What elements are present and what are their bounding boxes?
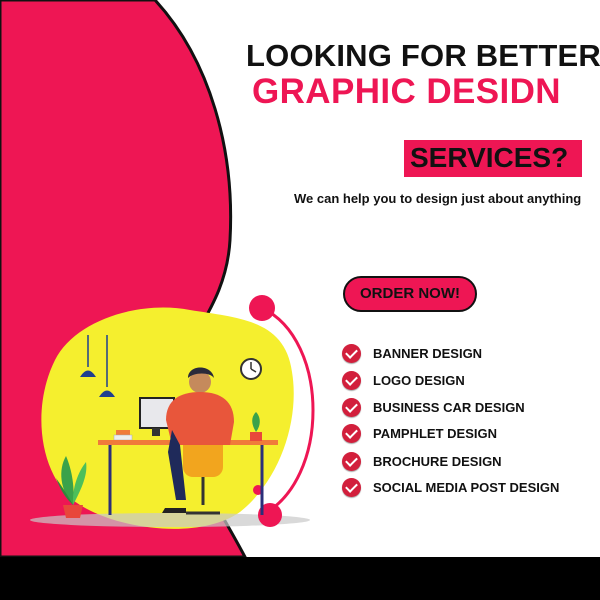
check-circle-icon	[342, 477, 361, 497]
check-circle-icon	[342, 370, 361, 390]
check-circle-icon	[342, 343, 361, 363]
service-item-banner: BANNER DESIGN	[342, 342, 482, 364]
wall-clock-icon	[240, 358, 262, 380]
check-circle-icon	[342, 397, 361, 417]
service-label: LOGO DESIGN	[373, 372, 465, 388]
service-item-logo: LOGO DESIGN	[342, 369, 465, 391]
headline-line-1: LOOKING FOR BETTER	[246, 38, 600, 73]
footer-bar	[0, 557, 600, 600]
service-label: BUSINESS CAR DESIGN	[373, 399, 525, 415]
service-label: PAMPHLET DESIGN	[373, 425, 497, 441]
service-label: BANNER DESIGN	[373, 345, 483, 361]
service-item-business-card: BUSINESS CAR DESIGN	[342, 396, 525, 418]
service-item-brochure: BROCHURE DESIGN	[342, 450, 502, 472]
arc-dot-top	[249, 295, 275, 321]
service-item-pamphlet: PAMPHLET DESIGN	[342, 422, 497, 444]
check-circle-icon	[342, 451, 361, 471]
check-circle-icon	[342, 423, 361, 443]
order-now-button[interactable]: ORDER NOW!	[343, 276, 477, 312]
service-label: BROCHURE DESIGN	[373, 453, 502, 469]
headline-line-3: SERVICES?	[410, 142, 569, 173]
service-label: SOCIAL MEDIA POST DESIGN	[373, 479, 560, 495]
service-item-social-media: SOCIAL MEDIA POST DESIGN	[342, 476, 559, 498]
design-services-poster: LOOKING FOR BETTER GRAPHIC DESIDN SERVIC…	[0, 0, 600, 600]
headline-line-2: GRAPHIC DESIDN	[252, 72, 561, 111]
books-icon	[113, 430, 133, 441]
tagline: We can help you to design just about any…	[294, 191, 582, 206]
